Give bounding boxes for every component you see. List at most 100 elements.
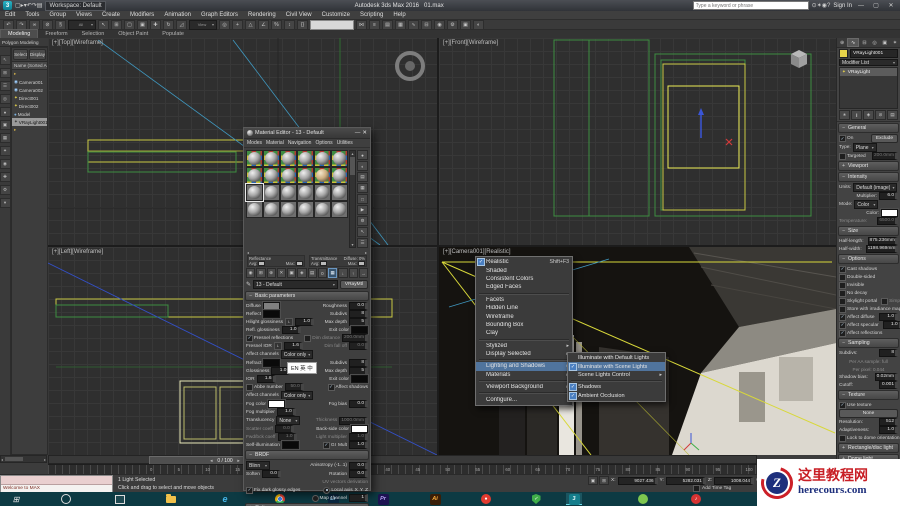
checkbox-gi[interactable]: ✓ GI — [322, 441, 336, 449]
time-slider-next-icon[interactable]: ► — [237, 458, 241, 463]
select-and-scale-icon[interactable]: ◿ — [176, 19, 187, 30]
me-menu-utilities[interactable]: Utilities — [337, 140, 353, 146]
modify-tab[interactable]: ∿ — [847, 38, 860, 47]
material-sample-slot[interactable] — [263, 184, 280, 201]
color-swatch[interactable] — [351, 425, 368, 433]
checkbox-cast-shadows[interactable]: ✓ Cast shadows — [839, 265, 877, 273]
material-sample-slot[interactable] — [297, 184, 314, 201]
green-app-icon[interactable] — [635, 493, 651, 505]
value-spinner[interactable]: 1.0 — [295, 318, 315, 326]
assign-material-to-selection-icon[interactable]: ⊕ — [266, 268, 276, 278]
select-and-move-icon[interactable]: ✚ — [150, 19, 161, 30]
context-item-materials[interactable]: Materials▸ — [476, 371, 572, 379]
subdivs-spinner[interactable]: 8 — [879, 349, 898, 357]
material-sample-slot[interactable] — [280, 184, 297, 201]
percent-snap-icon[interactable]: % — [271, 19, 282, 30]
explorer-pick-icon[interactable]: ↖ — [0, 55, 11, 65]
context-item-clay[interactable]: Clay — [476, 329, 572, 337]
viewport-camera-label[interactable]: [+][Camera001][Realistic] — [443, 249, 511, 255]
checkbox-affect-reflections[interactable]: ✓ Affect reflections — [839, 329, 882, 337]
material-sample-slot[interactable] — [245, 183, 264, 202]
color-swatch[interactable] — [351, 326, 368, 334]
material-sample-slot[interactable] — [280, 150, 297, 167]
explorer-filter-geometry-icon[interactable]: ▦ — [0, 133, 11, 143]
light-rollout-options[interactable]: − Options — [838, 254, 899, 264]
material-sample-slot[interactable] — [331, 167, 348, 184]
explorer-hide-icon[interactable]: ● — [0, 107, 11, 117]
explorer-item-camera002[interactable]: ◉ Camera002 — [12, 86, 47, 94]
task-view-button[interactable] — [112, 493, 128, 505]
context-item-edged-faces[interactable]: Edged Faces — [476, 283, 572, 291]
backlight-icon[interactable]: ◐ — [357, 161, 368, 171]
context-item-realistic[interactable]: ✓ Realistic Shift+F3 — [476, 258, 572, 267]
workspace-dropdown[interactable]: Workspace: Default — [45, 0, 106, 11]
material-editor-close-button[interactable]: ✕ — [362, 130, 367, 136]
explorer-select-button[interactable]: Select — [13, 49, 28, 60]
make-preview-icon[interactable]: ▶ — [357, 205, 368, 215]
material-sample-slot[interactable] — [280, 201, 297, 218]
submenu-item-scene-lights-control[interactable]: Scene Lights Control ▸ — [568, 371, 665, 379]
material-sample-slot[interactable] — [263, 201, 280, 218]
radio-map-channel[interactable]: Map channel — [311, 494, 347, 502]
3ds-max-logo-icon[interactable]: 3 — [3, 1, 12, 10]
maximize-button[interactable]: ▢ — [870, 2, 882, 9]
reset-map-icon[interactable]: ✕ — [276, 268, 286, 278]
explorer-column-header[interactable]: Name (Sorted As — [12, 61, 47, 70]
minimize-button[interactable]: — — [855, 3, 867, 9]
checkbox-abbe-number[interactable]: Abbe number — [246, 383, 283, 391]
context-item-configure[interactable]: Configure... — [476, 395, 572, 403]
reference-coordinate-dropdown[interactable]: View ▾ — [189, 19, 217, 30]
value-spinner[interactable]: 1.0 — [882, 321, 900, 329]
material-sample-slot[interactable] — [297, 201, 314, 218]
sample-uv-tiling-icon[interactable]: ▦ — [357, 183, 368, 193]
value-spinner[interactable]: 1.0 — [349, 441, 368, 449]
sample-type-icon[interactable]: ● — [357, 150, 368, 160]
ribbon-tab-populate[interactable]: Populate — [155, 30, 191, 38]
exclude-button[interactable]: Exclude — [870, 134, 898, 143]
video-color-check-icon[interactable]: □ — [357, 194, 368, 204]
undo-icon[interactable]: ↶ — [3, 19, 14, 30]
color-swatch[interactable] — [281, 441, 299, 449]
value-spinner[interactable]: 1.6 — [256, 375, 276, 383]
material-id-channel-icon[interactable]: 0 — [317, 268, 327, 278]
motion-tab[interactable]: ◎ — [870, 38, 880, 47]
material-sample-slot[interactable] — [314, 150, 331, 167]
context-item-wireframe[interactable]: Wireframe — [476, 312, 572, 320]
explorer-item-camera001[interactable]: ◉ Camera001 — [12, 78, 47, 86]
schematic-view-icon[interactable]: ⊟ — [421, 19, 432, 30]
mirror-icon[interactable]: ⋈ — [356, 19, 367, 30]
material-sample-slot[interactable] — [280, 167, 297, 184]
show-end-result-icon[interactable]: ‖ — [851, 110, 862, 120]
light-rollout-rectangle-disc-light[interactable]: + Rectangle/disc light — [838, 443, 899, 453]
material-rollout-brdf[interactable]: − BRDF — [245, 450, 369, 460]
material-sample-slot[interactable] — [314, 184, 331, 201]
explorer-item-direct002[interactable]: ✦ Direct002 — [12, 102, 47, 110]
maxscript-mini-listener[interactable]: Welcome to MAX — [0, 475, 113, 493]
show-end-result-icon[interactable]: ↓ — [338, 268, 348, 278]
viewport-top-label[interactable]: [+][Top][Wireframe] — [52, 40, 103, 46]
select-and-manipulate-icon[interactable]: + — [232, 19, 243, 30]
checkbox-skylight-portal[interactable]: Skylight portal — [839, 297, 877, 305]
material-sample-slot[interactable] — [331, 201, 348, 218]
red-media-app-icon[interactable]: ● — [478, 493, 494, 505]
modifier-stack[interactable]: ✦ VRayLight — [839, 67, 898, 109]
checkbox-no-decay[interactable]: No decay — [839, 289, 867, 297]
context-item-lighting-and-shadows[interactable]: Lighting and Shadows▸ — [476, 362, 572, 371]
value-spinner[interactable]: 0.001 — [879, 381, 898, 389]
ribbon-tab-modeling[interactable]: Modeling — [0, 29, 39, 38]
material-sample-slot[interactable] — [263, 167, 280, 184]
named-selection-field[interactable] — [310, 19, 354, 30]
material-sample-slot[interactable] — [314, 201, 331, 218]
material-map-navigator-icon[interactable]: ☰ — [357, 238, 368, 248]
checkbox-invisible[interactable]: Invisible — [839, 281, 864, 289]
premiere-icon[interactable]: Pr — [375, 493, 391, 505]
help-icon[interactable]: ? — [827, 3, 830, 9]
modifier-stack-item[interactable]: ✦ VRayLight — [840, 68, 897, 76]
checkbox-fix-dark-glossy-edges[interactable]: ✓ Fix dark glossy edges — [246, 486, 300, 494]
align-icon[interactable]: ≡ — [369, 19, 380, 30]
context-item-stylized[interactable]: Stylized ▸ — [476, 342, 572, 350]
checkbox-dim-distance[interactable]: Dim distance — [304, 334, 340, 342]
select-object-icon[interactable]: ↖ — [98, 19, 109, 30]
roughness-spinner[interactable]: 0.0 — [349, 302, 368, 310]
explorer-lock-icon[interactable]: ◎ — [0, 94, 11, 104]
